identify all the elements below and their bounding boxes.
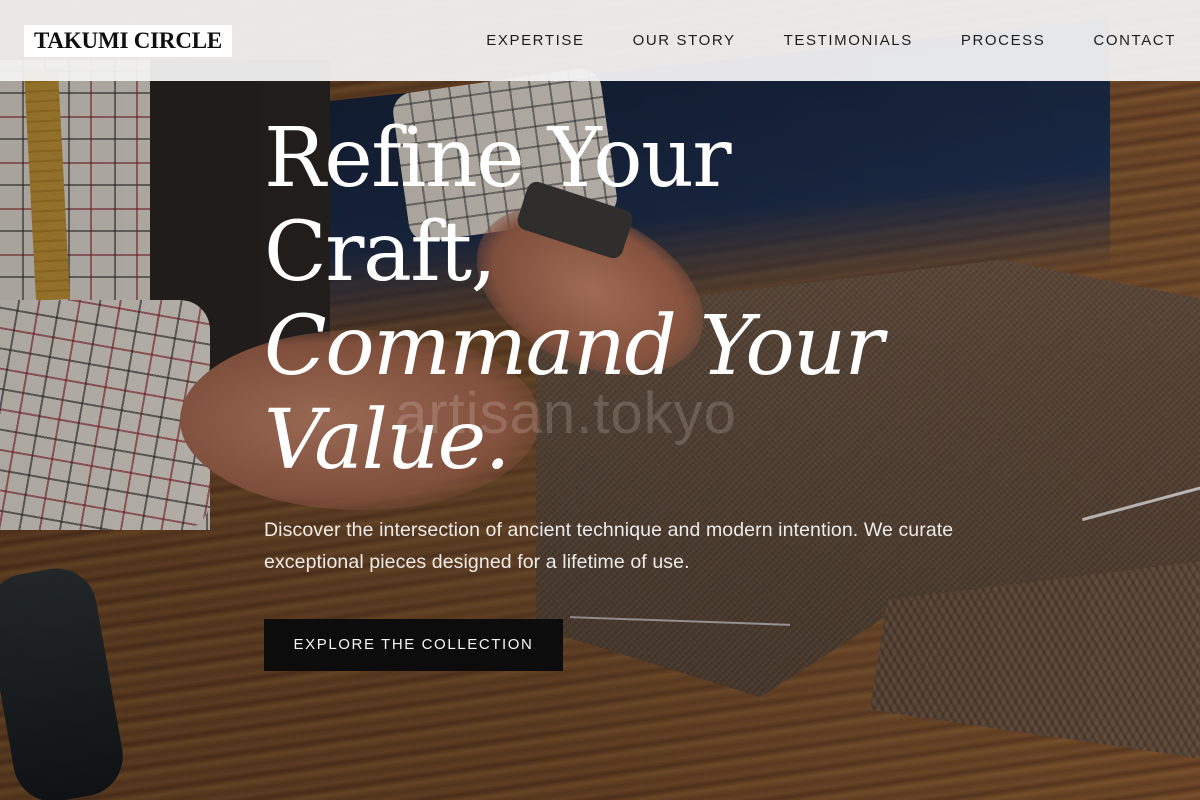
headline-line-italic: Value. <box>264 393 511 488</box>
headline-line-italic: Command Your <box>264 299 884 394</box>
nav-link-expertise[interactable]: EXPERTISE <box>486 32 584 49</box>
nav-link-contact[interactable]: CONTACT <box>1093 32 1176 49</box>
headline-line: Craft, <box>264 205 497 300</box>
nav-link-our-story[interactable]: OUR STORY <box>633 32 736 49</box>
explore-collection-button[interactable]: EXPLORE THE COLLECTION <box>264 619 563 671</box>
hero-section: Refine Your Craft, Command Your Value. D… <box>264 112 964 671</box>
nav-link-process[interactable]: PROCESS <box>961 32 1046 49</box>
main-nav: EXPERTISE OUR STORY TESTIMONIALS PROCESS… <box>486 32 1176 49</box>
hero-subtitle: Discover the intersection of ancient tec… <box>264 519 954 573</box>
nav-link-testimonials[interactable]: TESTIMONIALS <box>784 32 913 49</box>
headline-line: Refine Your <box>264 111 732 206</box>
hero-headline: Refine Your Craft, Command Your Value. <box>264 112 964 488</box>
site-header: TAKUMI CIRCLE EXPERTISE OUR STORY TESTIM… <box>0 0 1200 81</box>
brand-logo[interactable]: TAKUMI CIRCLE <box>24 24 233 57</box>
